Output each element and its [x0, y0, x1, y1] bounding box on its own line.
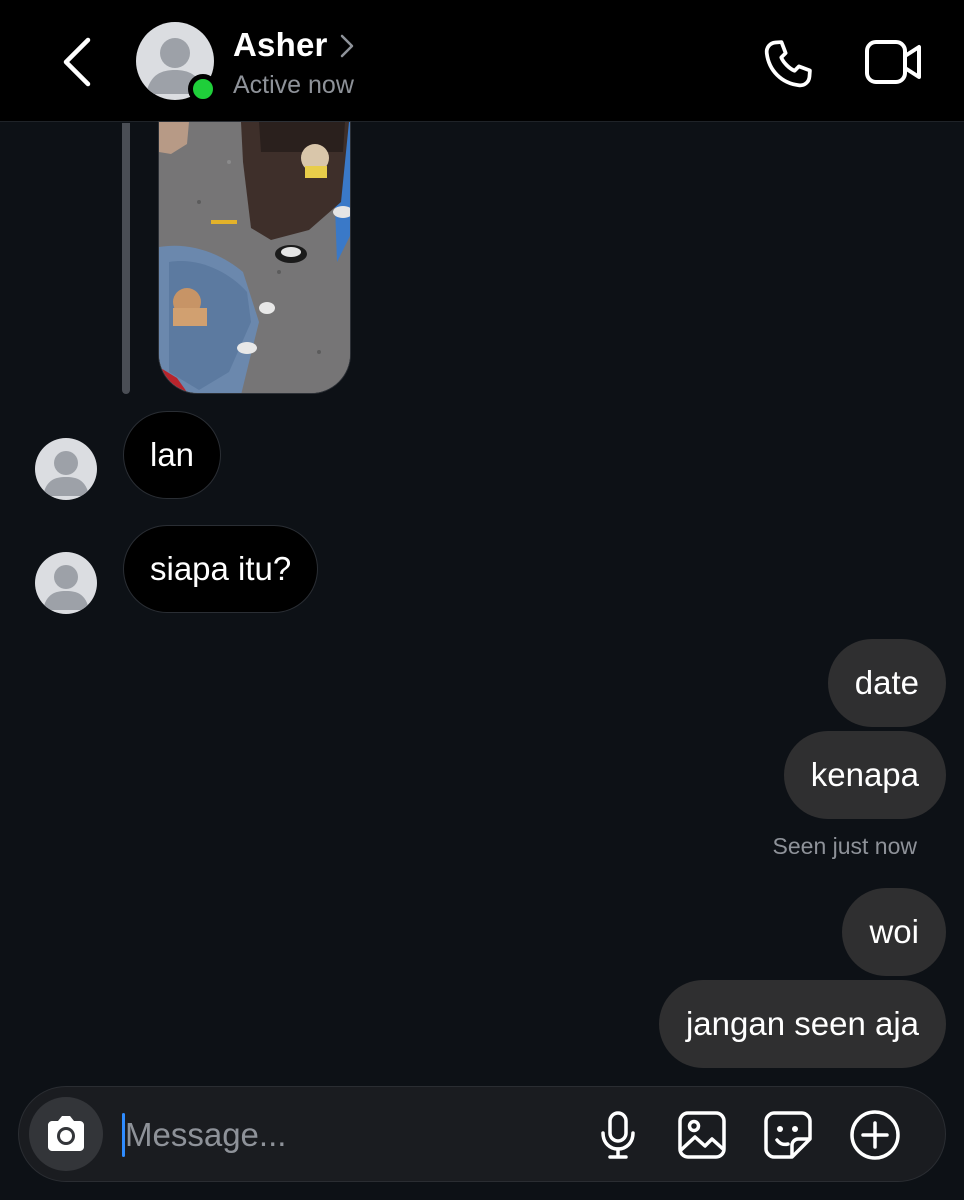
incoming-message-bubble[interactable]: siapa itu?: [123, 525, 319, 613]
message-composer: [18, 1086, 946, 1182]
reply-indicator-bar: [122, 123, 130, 394]
incoming-message-bubble[interactable]: lan: [123, 411, 222, 499]
contact-name-link[interactable]: Asher: [233, 26, 354, 64]
outgoing-message-bubble[interactable]: kenapa: [783, 731, 946, 819]
default-avatar-icon: [43, 565, 89, 610]
plus-circle-icon: [850, 1110, 900, 1160]
camera-icon: [48, 1116, 84, 1151]
more-options-button[interactable]: [849, 1109, 901, 1161]
message-text: kenapa: [810, 756, 919, 793]
contact-name: Asher: [233, 26, 328, 63]
default-avatar-icon: [43, 451, 89, 496]
message-text: woi: [869, 913, 919, 950]
gallery-button[interactable]: [676, 1109, 728, 1161]
message-text: siapa itu?: [150, 550, 292, 587]
camera-button[interactable]: [29, 1097, 103, 1171]
chevron-right-icon: [340, 34, 353, 58]
audio-call-button[interactable]: [760, 36, 816, 92]
microphone-icon: [601, 1111, 635, 1159]
message-text: date: [854, 664, 919, 701]
chat-header: Asher Active now: [0, 0, 964, 122]
active-status: Active now: [233, 71, 354, 99]
voice-message-button[interactable]: [592, 1109, 644, 1161]
back-button[interactable]: [52, 34, 102, 90]
image-icon: [678, 1111, 726, 1159]
sender-avatar[interactable]: [35, 438, 97, 500]
shared-photo[interactable]: [158, 121, 351, 394]
outgoing-message-bubble[interactable]: date: [827, 639, 946, 727]
sticker-button[interactable]: [762, 1109, 814, 1161]
sender-avatar[interactable]: [35, 552, 97, 614]
seen-receipt: Seen just now: [772, 833, 917, 859]
online-indicator: [188, 74, 218, 104]
contact-avatar[interactable]: [136, 22, 218, 104]
message-thread[interactable]: lan siapa itu? date kenapa Seen just now…: [0, 121, 964, 1083]
message-input[interactable]: [125, 1107, 565, 1163]
chevron-left-icon: [63, 37, 91, 87]
video-call-button[interactable]: [864, 38, 924, 86]
message-text: jangan seen aja: [685, 1005, 919, 1042]
message-text: lan: [150, 436, 195, 473]
sticker-icon: [764, 1111, 812, 1159]
outgoing-message-bubble[interactable]: jangan seen aja: [658, 980, 946, 1068]
outgoing-message-bubble[interactable]: woi: [842, 888, 946, 976]
video-camera-icon: [865, 40, 921, 84]
phone-icon: [764, 40, 812, 88]
